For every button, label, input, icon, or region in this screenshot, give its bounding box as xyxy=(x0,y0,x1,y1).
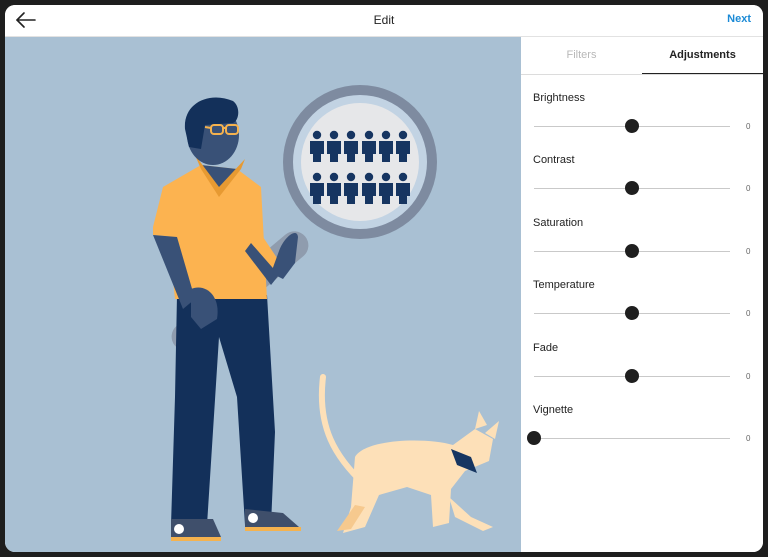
app-window: Edit Next Filters Adjustments Brightness… xyxy=(5,5,763,552)
saturation-value: 0 xyxy=(746,247,751,256)
brightness-slider-knob[interactable] xyxy=(625,119,639,133)
illustration-image xyxy=(153,85,499,541)
temperature-value: 0 xyxy=(746,309,751,318)
contrast-value: 0 xyxy=(746,184,751,193)
adjustment-brightness: Brightness 0 xyxy=(521,92,763,154)
contrast-slider-knob[interactable] xyxy=(625,181,639,195)
active-tab-indicator xyxy=(642,73,763,74)
adjustment-contrast: Contrast 0 xyxy=(521,154,763,216)
adjustments-panel: Filters Adjustments Brightness 0 Contrast 0… xyxy=(521,37,763,552)
temperature-slider-track[interactable] xyxy=(534,306,730,320)
brightness-slider-track[interactable] xyxy=(534,119,730,133)
brightness-label: Brightness xyxy=(533,92,585,104)
vignette-value: 0 xyxy=(746,434,751,443)
adjustment-saturation: Saturation 0 xyxy=(521,217,763,279)
contrast-slider-track[interactable] xyxy=(534,181,730,195)
fade-value: 0 xyxy=(746,372,751,381)
fade-slider-knob[interactable] xyxy=(625,369,639,383)
tab-bar: Filters Adjustments xyxy=(521,37,763,75)
next-button[interactable]: Next xyxy=(727,13,751,25)
vignette-slider-knob[interactable] xyxy=(527,431,541,445)
saturation-slider-track[interactable] xyxy=(534,244,730,258)
adjustment-vignette: Vignette 0 xyxy=(521,404,763,466)
vignette-label: Vignette xyxy=(533,404,574,416)
top-bar: Edit Next xyxy=(5,5,763,37)
temperature-slider-knob[interactable] xyxy=(625,306,639,320)
temperature-label: Temperature xyxy=(533,279,595,291)
fade-slider-track[interactable] xyxy=(534,369,730,383)
saturation-slider-knob[interactable] xyxy=(625,244,639,258)
vignette-slider-track[interactable] xyxy=(527,431,730,445)
contrast-label: Contrast xyxy=(533,154,575,166)
page-title: Edit xyxy=(373,13,395,27)
adjustment-fade: Fade 0 xyxy=(521,342,763,404)
photo-canvas[interactable] xyxy=(5,37,521,552)
tab-filters[interactable]: Filters xyxy=(521,37,642,74)
saturation-label: Saturation xyxy=(533,217,584,229)
fade-label: Fade xyxy=(533,342,559,354)
adjustment-temperature: Temperature 0 xyxy=(521,279,763,341)
brightness-value: 0 xyxy=(746,122,751,131)
tab-adjustments[interactable]: Adjustments xyxy=(642,37,763,74)
person-pants xyxy=(171,295,275,525)
